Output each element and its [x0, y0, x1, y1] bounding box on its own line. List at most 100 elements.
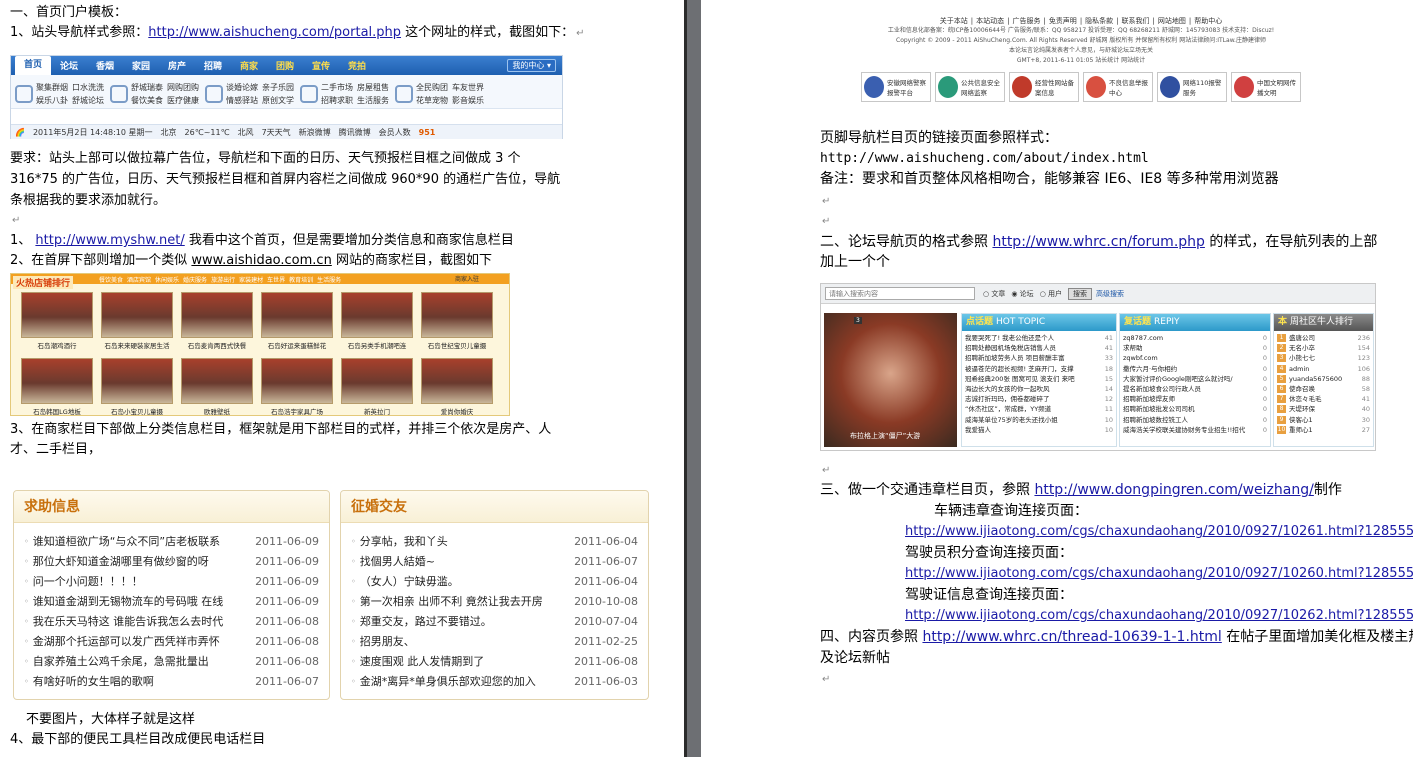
shop-card[interactable]: 石岛小宝贝儿童摄 [97, 358, 177, 420]
shop-tab[interactable]: 休闲娱乐 [155, 275, 179, 284]
list-item[interactable]: 1 盛唐公司 236 [1277, 333, 1370, 343]
license-info-link[interactable]: http://www.ijiaotong.com/cgs/chaxundaoha… [905, 608, 1413, 623]
footer-link[interactable]: 网站地图 [1158, 17, 1186, 25]
aishidao-link[interactable]: www.aishidao.com.cn [191, 253, 331, 268]
shop-card[interactable]: 新英拉门 [337, 358, 417, 420]
list-item[interactable]: 招聘新加坡焊友师 0 [1123, 394, 1267, 404]
shop-card[interactable]: 石岛韩国LG地板 [17, 358, 97, 420]
shop-card[interactable]: 欧雅壁纸 [177, 358, 257, 420]
list-item[interactable]: ◦ 金湖*离异*单身俱乐部欢迎您的加入 2011-06-03 [351, 672, 638, 692]
list-item[interactable]: 6 使命召唤 58 [1277, 384, 1370, 394]
forum-search-input[interactable]: 请输入搜索内容 [825, 287, 975, 300]
forum-link[interactable]: http://www.whrc.cn/forum.php [992, 234, 1204, 250]
shop-tab[interactable]: 车世界 [267, 275, 285, 284]
nav-tab[interactable]: 团购 [267, 59, 303, 72]
footer-link[interactable]: 帮助中心 [1194, 17, 1222, 25]
sina-weibo-link[interactable]: 新浪微博 [299, 127, 331, 138]
weizhang-link[interactable]: http://www.dongpingren.com/weizhang/ [1034, 482, 1313, 498]
security-badge[interactable]: 公共信息安全网络监察 [935, 72, 1005, 102]
nav-sub-link[interactable]: 舒城瑞泰 [131, 82, 163, 93]
nav-sub-link[interactable]: 谈婚论嫁 [226, 82, 258, 93]
forecast-link[interactable]: 7天天气 [262, 127, 291, 138]
nav-tab[interactable]: 家园 [123, 59, 159, 72]
shop-card[interactable]: 爱尚你婚庆 [417, 358, 497, 420]
list-item[interactable]: 冠希经典200张 图窝可见 滚支们 来吧 15 [965, 374, 1113, 384]
footer-link[interactable]: 广告服务 [1012, 17, 1040, 25]
list-item[interactable]: 威海浩关学校联关建协财务专业招生!!招代 0 [1123, 425, 1267, 435]
footer-link[interactable]: 关于本站 [940, 17, 968, 25]
list-item[interactable]: ◦ 金湖那个托运部可以发广西凭祥市弄怀 2011-06-08 [24, 632, 319, 652]
advanced-search-link[interactable]: 高级搜索 [1096, 289, 1124, 299]
shop-tab[interactable]: 酒店宾馆 [127, 275, 151, 284]
tencent-weibo-link[interactable]: 腾讯微博 [339, 127, 371, 138]
nav-sub-link[interactable]: 餐饮美食 [131, 95, 163, 106]
shop-join-link[interactable]: 商家入驻 [455, 274, 479, 283]
my-center-button[interactable]: 我的中心 ▾ [507, 59, 556, 72]
forum-featured-photo[interactable]: 3 布拉格上演“僵尸”大游 [824, 313, 957, 447]
nav-sub-link[interactable]: 花草宠物 [416, 95, 448, 106]
nav-tab[interactable]: 房产 [159, 59, 195, 72]
nav-sub-link[interactable]: 房屋租售 [357, 82, 389, 93]
nav-sub-link[interactable]: 生活服务 [357, 95, 389, 106]
shop-tab[interactable]: 旅游出行 [211, 275, 235, 284]
list-item[interactable]: 3 小熊七七 123 [1277, 353, 1370, 363]
nav-sub-link[interactable]: 原创文学 [262, 95, 294, 106]
nav-sub-link[interactable]: 舒城论坛 [72, 95, 104, 106]
list-item[interactable]: ◦ 速度围观 此人发情期到了 2011-06-08 [351, 652, 638, 672]
list-item[interactable]: ◦ 有啥好听的女生唱的歌啊 2011-06-07 [24, 672, 319, 692]
list-item[interactable]: ◦ 我在乐天马特这 谁能告诉我怎么去时代 2011-06-08 [24, 612, 319, 632]
nav-sub-link[interactable]: 影音娱乐 [452, 95, 484, 106]
shop-card[interactable]: 石岛浩宇家具广场 [257, 358, 337, 420]
footer-link[interactable]: 本站动态 [976, 17, 1004, 25]
vehicle-query-link[interactable]: http://www.ijiaotong.com/cgs/chaxundaoha… [905, 524, 1413, 539]
radio-article[interactable]: ○ 文章 [983, 289, 1005, 299]
list-item[interactable]: 提名新加坡食公司行政人员 0 [1123, 384, 1267, 394]
nav-sub-link[interactable]: 医疗健康 [167, 95, 199, 106]
shop-tab[interactable]: 家装建材 [239, 275, 263, 284]
list-item[interactable]: ◦ 招男朋友、 2011-02-25 [351, 632, 638, 652]
list-item[interactable]: ◦ 郑重交友，路过不要错过。 2010-07-04 [351, 612, 638, 632]
nav-sub-link[interactable]: 车友世界 [452, 82, 484, 93]
shop-card[interactable]: 石岛好运来蛋糕鲜花 [257, 292, 337, 354]
list-item[interactable]: ◦ 谁知道桓欲广场“与众不同”店老板联系 2011-06-09 [24, 532, 319, 552]
shop-card[interactable]: 石岛潮鸡酒行 [17, 292, 97, 354]
shop-tab[interactable]: 婚庆服务 [183, 275, 207, 284]
radio-user[interactable]: ○ 用户 [1040, 289, 1062, 299]
nav-tab[interactable]: 香烟 [87, 59, 123, 72]
forum-search-button[interactable]: 搜索 [1068, 287, 1093, 300]
list-item[interactable]: ◦ （女人）宁缺毋滥。 2011-06-04 [351, 572, 638, 592]
list-item[interactable]: 海边长大的女孩的你一起吹风 14 [965, 384, 1113, 394]
police-badge[interactable]: 安徽网络警察报警平台 [861, 72, 931, 102]
list-item[interactable]: 撒传六月·与你相约 0 [1123, 364, 1267, 374]
list-item[interactable]: 招聘新加坡数控铣工人 0 [1123, 415, 1267, 425]
shop-tab[interactable]: 餐饮美食 [99, 275, 123, 284]
list-item[interactable]: ◦ 谁知道金湖到无锡物流车的号码哦 在线 2011-06-09 [24, 592, 319, 612]
shop-card[interactable]: 石岛麦肯两西式快餐 [177, 292, 257, 354]
list-item[interactable]: zq8787.com 0 [1123, 333, 1267, 343]
nav-sub-link[interactable]: 全民购团 [416, 82, 448, 93]
list-item[interactable]: “休杰社区”，常成群，YY频道 11 [965, 404, 1113, 414]
nav-tab[interactable]: 首页 [15, 56, 51, 75]
nav-sub-link[interactable]: 亲子乐园 [262, 82, 294, 93]
list-item[interactable]: 我爱猫人 10 [965, 425, 1113, 435]
shop-card[interactable]: 石岛世纪宝贝儿童摄 [417, 292, 497, 354]
list-item[interactable]: 9 侠客心1 30 [1277, 415, 1370, 425]
shop-card[interactable]: 石岛来来硬装家居生活 [97, 292, 177, 354]
nav-sub-link[interactable]: 网购团购 [167, 82, 199, 93]
nav-sub-link[interactable]: 口水洗洗 [72, 82, 104, 93]
radio-forum[interactable]: ◉ 论坛 [1011, 289, 1033, 299]
list-item[interactable]: 5 yuanda5675600 88 [1277, 374, 1370, 384]
shop-tab[interactable]: 生活服务 [317, 275, 341, 284]
nav-tab[interactable]: 竞拍 [339, 59, 375, 72]
list-item[interactable]: 招聘新加坡劳务人员 项目薪酬丰富 33 [965, 353, 1113, 363]
list-item[interactable]: 招聘新加坡批发公司司机 0 [1123, 404, 1267, 414]
list-item[interactable]: 大家暂讨评价Google刚吧这么就讨吗/0 [1123, 374, 1267, 384]
list-item[interactable]: 2 无名小卒 154 [1277, 343, 1370, 353]
list-item[interactable]: 被逼苍茫的超长视频! 芝麻开门，支撑 18 [965, 364, 1113, 374]
list-item[interactable]: ◦ 第一次相亲 出师不利 竟然让我去开房 2010-10-08 [351, 592, 638, 612]
nav-tab[interactable]: 商家 [231, 59, 267, 72]
myshw-link[interactable]: http://www.myshw.net/ [35, 233, 184, 248]
list-item[interactable]: 8 天堤环保 40 [1277, 404, 1370, 414]
list-item[interactable]: 4 admin 106 [1277, 364, 1370, 374]
list-item[interactable]: 7 休恋々毛毛 41 [1277, 394, 1370, 404]
